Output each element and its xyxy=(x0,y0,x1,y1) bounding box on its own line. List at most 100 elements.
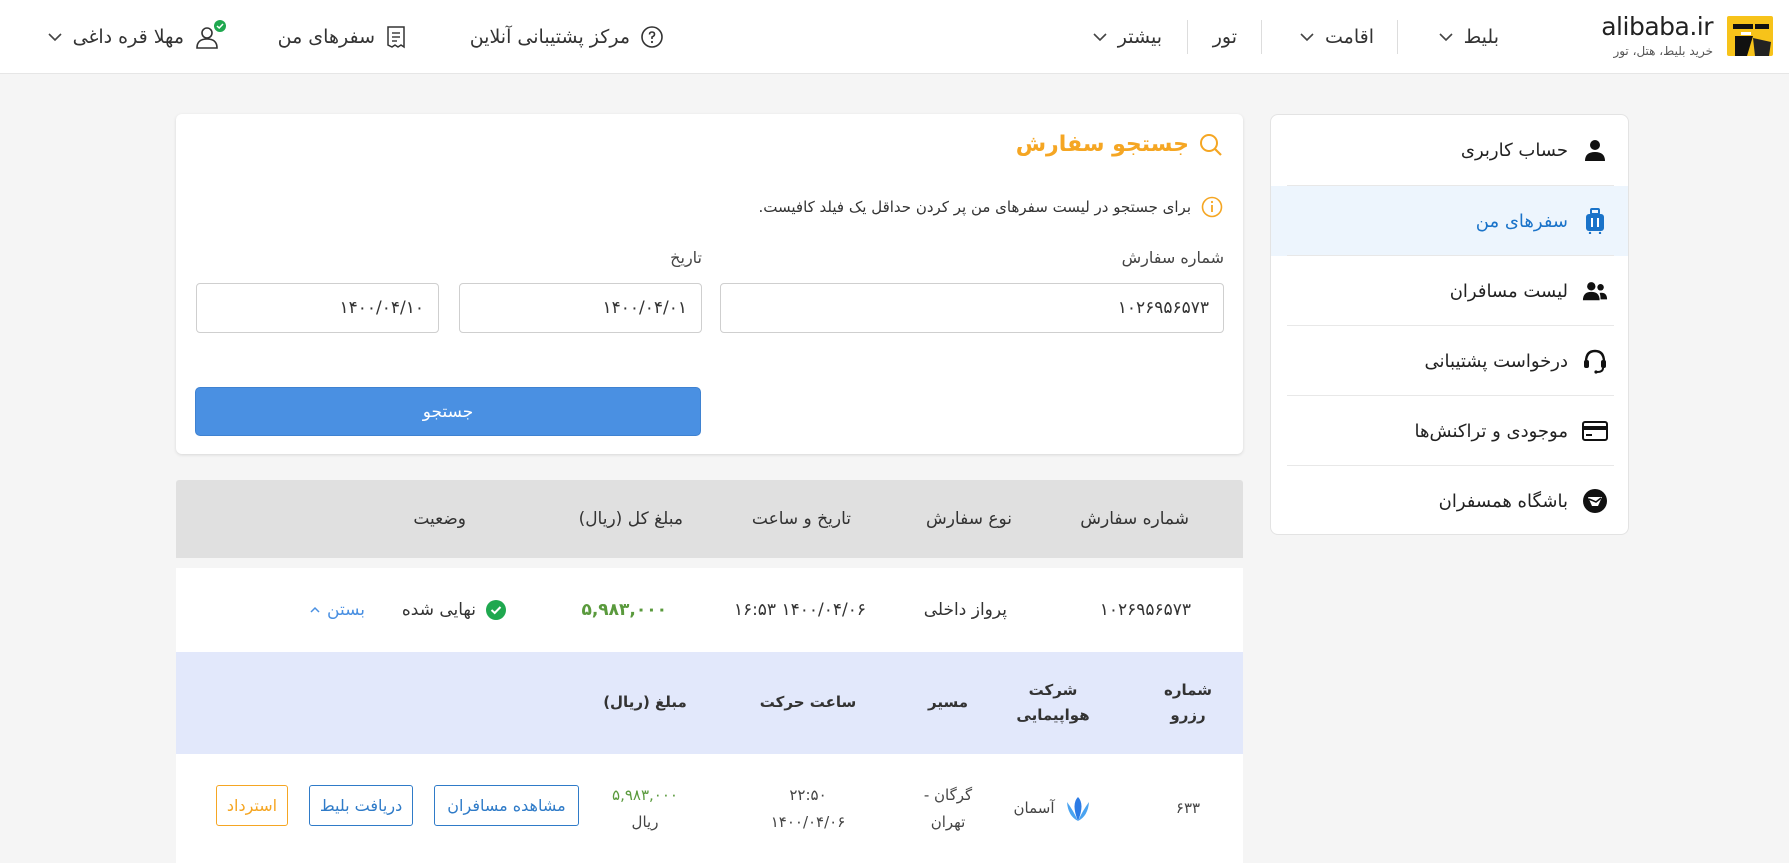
col-order-number: شماره سفارش xyxy=(1080,509,1189,529)
nav-my-trips[interactable]: سفرهای من xyxy=(278,0,407,74)
luggage-icon xyxy=(1582,208,1608,234)
sidebar-item-label: سفرهای من xyxy=(1475,210,1568,232)
brand-tagline: خرید بلیط، هتل، تور xyxy=(1613,44,1713,58)
route-origin: گرگان - xyxy=(923,785,973,804)
nav-divider xyxy=(1261,20,1262,54)
chevron-down-icon xyxy=(1093,33,1107,42)
nav-user-name: مهلا قره داغی xyxy=(72,26,184,48)
nav-tour[interactable]: تور xyxy=(1213,0,1237,74)
order-number-label: شماره سفارش xyxy=(1121,248,1224,267)
ticket-detail-header: شماره رزرو شرکت هواپیمایی مسیر ساعت حرکت م… xyxy=(176,652,1243,754)
reserve-number: ۶۳۳ xyxy=(1175,799,1201,817)
alibaba-logo-icon xyxy=(1727,16,1773,56)
col-price: مبلغ (ریال) xyxy=(603,693,687,712)
chevron-down-icon xyxy=(48,33,62,42)
verified-badge-icon xyxy=(214,20,226,32)
price-currency: ریال xyxy=(631,812,659,831)
check-circle-icon xyxy=(486,600,506,620)
account-sidebar: حساب کاربری سفرهای من لیست مسافران درخوا… xyxy=(1270,114,1629,535)
col-airline-line2: هواپیمایی xyxy=(1016,706,1090,724)
order-search-card: جستجو سفارش برای جستجو در لیست سفرهای من… xyxy=(176,114,1243,454)
col-departure: ساعت حرکت xyxy=(759,693,857,712)
date-to-input[interactable] xyxy=(196,283,439,333)
route-destination: تهران xyxy=(930,812,966,831)
sidebar-item-label: درخواست پشتیبانی xyxy=(1424,350,1568,372)
club-icon xyxy=(1582,488,1608,514)
search-hint-text: برای جستجو در لیست سفرهای من پر کردن حدا… xyxy=(758,198,1192,216)
departure-time: ۲۲:۵۰ xyxy=(789,785,827,804)
departure-date: ۱۴۰۰/۰۴/۰۶ xyxy=(770,812,846,831)
question-circle-icon xyxy=(641,26,663,48)
info-icon xyxy=(1201,196,1223,218)
status-text: نهایی شده xyxy=(401,600,476,620)
route-cell: گرگان - تهران xyxy=(908,754,988,863)
nav-stay[interactable]: اقامت xyxy=(1299,0,1374,74)
get-ticket-button[interactable]: دریافت بلیط xyxy=(309,785,413,826)
search-button[interactable]: جستجو xyxy=(195,387,701,436)
refund-button[interactable]: استرداد xyxy=(216,785,288,826)
nav-ticket-label: بلیط xyxy=(1463,26,1499,48)
sidebar-item-club[interactable]: باشگاه همسفران xyxy=(1271,466,1628,534)
ticket-price: ۵,۹۸۳,۰۰۰ xyxy=(612,785,678,804)
card-icon xyxy=(1582,418,1608,444)
table-row[interactable]: ۱۰۲۶۹۵۶۵۷۳ پرواز داخلی ۱۴۰۰/۰۴/۰۶ ۱۶:۵۳ … xyxy=(176,568,1243,652)
collapse-link-text: بستن xyxy=(327,600,365,620)
sidebar-item-support[interactable]: درخواست پشتیبانی xyxy=(1271,326,1628,396)
nav-tour-label: تور xyxy=(1212,26,1237,48)
chevron-down-icon xyxy=(1300,33,1314,42)
sidebar-item-label: لیست مسافران xyxy=(1449,280,1568,302)
search-hint: برای جستجو در لیست سفرهای من پر کردن حدا… xyxy=(759,196,1224,218)
brand-name: alibaba.ir xyxy=(1601,12,1713,41)
airline-name: آسمان xyxy=(1013,799,1055,817)
col-total: مبلغ کل (ریال) xyxy=(578,509,683,529)
col-status: وضعیت xyxy=(413,509,466,529)
date-from-input[interactable] xyxy=(459,283,702,333)
sidebar-item-passengers[interactable]: لیست مسافران xyxy=(1271,256,1628,326)
date-label: تاریخ xyxy=(670,248,702,267)
nav-my-trips-label: سفرهای من xyxy=(277,26,375,48)
user-icon xyxy=(1582,137,1608,163)
airline-cell: آسمان xyxy=(1003,754,1103,863)
search-card-title: جستجو سفارش xyxy=(1016,132,1223,157)
headset-icon xyxy=(1582,348,1608,374)
nav-more[interactable]: بیشتر xyxy=(1092,0,1162,74)
nav-user-menu[interactable]: مهلا قره داغی xyxy=(47,0,226,74)
view-passengers-button[interactable]: مشاهده مسافران xyxy=(434,785,579,826)
order-type: پرواز داخلی xyxy=(923,600,1007,620)
sidebar-item-wallet[interactable]: موجودی و تراکنش‌ها xyxy=(1271,396,1628,466)
ticket-detail-row: ۶۳۳ آسمان گرگان - تهران ۲۲:۵۰ ۱۴۰۰/۰۴/۰۶ ۵… xyxy=(176,754,1243,863)
order-number-input[interactable] xyxy=(720,283,1224,333)
brand-logo[interactable]: alibaba.ir خرید بلیط، هتل، تور xyxy=(1577,10,1777,66)
users-icon xyxy=(1582,278,1608,304)
search-title-text: جستجو سفارش xyxy=(1015,132,1189,157)
collapse-link[interactable]: بستن xyxy=(309,568,365,652)
top-navbar: alibaba.ir خرید بلیط، هتل، تور بلیط اقام… xyxy=(0,0,1789,74)
nav-divider xyxy=(1187,20,1188,54)
aseman-airline-logo-icon xyxy=(1066,796,1089,821)
sidebar-item-label: موجودی و تراکنش‌ها xyxy=(1414,420,1568,442)
departure-cell: ۲۲:۵۰ ۱۴۰۰/۰۴/۰۶ xyxy=(748,754,868,863)
col-reserve-number: شماره رزرو xyxy=(1153,652,1223,754)
chevron-down-icon xyxy=(1439,33,1453,42)
nav-support-label: مرکز پشتیبانی آنلاین xyxy=(469,26,630,48)
receipt-icon xyxy=(387,26,405,49)
nav-support[interactable]: مرکز پشتیبانی آنلاین xyxy=(470,0,664,74)
col-airline: شرکت هواپیمایی xyxy=(1003,652,1103,754)
col-airline-line1: شرکت xyxy=(1028,680,1078,699)
col-reserve-number-line1: شماره xyxy=(1164,680,1212,699)
user-avatar xyxy=(194,20,226,50)
search-icon xyxy=(1200,133,1222,156)
order-number: ۱۰۲۶۹۵۶۵۷۳ xyxy=(1099,600,1191,620)
sidebar-item-account[interactable]: حساب کاربری xyxy=(1271,115,1628,185)
sidebar-item-my-trips[interactable]: سفرهای من xyxy=(1271,186,1628,256)
col-datetime: تاریخ و ساعت xyxy=(751,509,851,529)
col-route: مسیر xyxy=(928,693,969,712)
nav-stay-label: اقامت xyxy=(1325,26,1374,48)
chevron-up-icon xyxy=(310,606,320,613)
col-reserve-number-line2: رزرو xyxy=(1170,706,1206,724)
nav-ticket[interactable]: بلیط xyxy=(1438,0,1499,74)
status-badge: نهایی شده xyxy=(402,568,506,652)
col-order-type: نوع سفارش xyxy=(925,509,1012,529)
order-datetime: ۱۴۰۰/۰۴/۰۶ ۱۶:۵۳ xyxy=(733,600,866,620)
nav-more-label: بیشتر xyxy=(1117,26,1162,48)
